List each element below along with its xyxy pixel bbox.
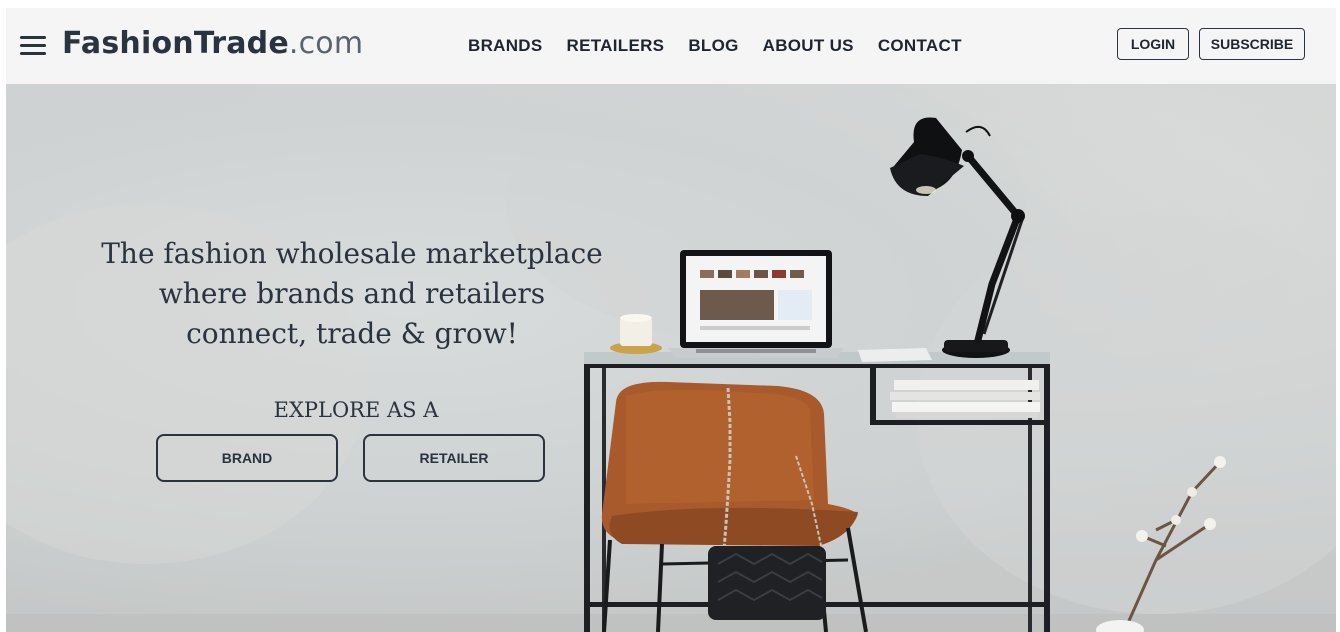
- hamburger-menu-icon[interactable]: [20, 36, 48, 56]
- nav-about-us[interactable]: ABOUT US: [763, 36, 854, 56]
- nav-brands[interactable]: BRANDS: [468, 36, 543, 56]
- logo-suffix: .com: [288, 26, 364, 61]
- nav-contact[interactable]: CONTACT: [878, 36, 962, 56]
- chair: [601, 381, 868, 632]
- site-header: FashionTrade.com BRANDS RETAILERS BLOG A…: [6, 8, 1336, 84]
- headline-line-2: where brands and retailers: [158, 277, 546, 310]
- site-logo[interactable]: FashionTrade.com: [62, 26, 363, 61]
- headline-line-3: connect, trade & grow!: [186, 317, 518, 350]
- nav-retailers[interactable]: RETAILERS: [567, 36, 665, 56]
- explore-label: EXPLORE AS A: [273, 398, 439, 422]
- main-nav: BRANDS RETAILERS BLOG ABOUT US CONTACT: [468, 36, 962, 56]
- explore-brand-button[interactable]: BRAND: [156, 434, 338, 482]
- headline-line-1: The fashion wholesale marketplace: [101, 237, 603, 270]
- logo-name: FashionTrade: [62, 26, 289, 61]
- hero-photo: [6, 84, 1336, 632]
- login-button[interactable]: LOGIN: [1117, 28, 1189, 60]
- laptop: [668, 250, 844, 358]
- hero-headline: The fashion wholesale marketplace where …: [92, 234, 612, 354]
- explore-retailer-button[interactable]: RETAILER: [363, 434, 545, 482]
- nav-blog[interactable]: BLOG: [688, 36, 738, 56]
- subscribe-button[interactable]: SUBSCRIBE: [1199, 28, 1305, 60]
- hero-section: The fashion wholesale marketplace where …: [6, 84, 1336, 632]
